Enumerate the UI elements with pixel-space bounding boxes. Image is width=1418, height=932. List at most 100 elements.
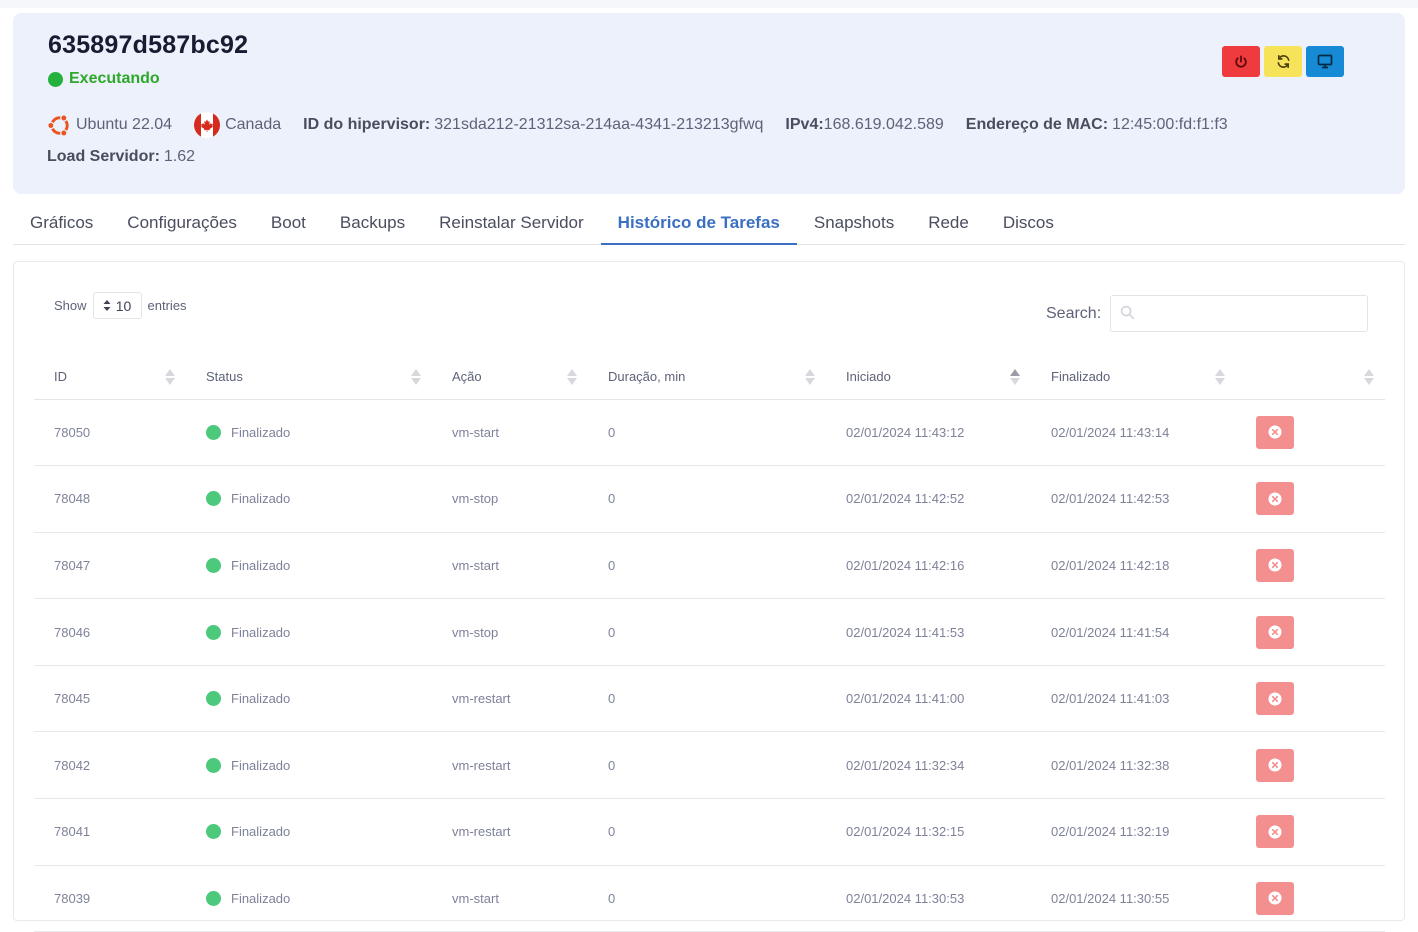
- task-duration: 0: [588, 532, 826, 600]
- tab-boot[interactable]: Boot: [254, 203, 323, 245]
- tab-discos[interactable]: Discos: [986, 203, 1071, 245]
- delete-task-button[interactable]: [1256, 815, 1294, 849]
- tab-configuracoes[interactable]: Configurações: [110, 203, 254, 245]
- task-finished: 02/01/2024 11:42:18: [1031, 532, 1236, 600]
- restart-button[interactable]: [1264, 46, 1302, 77]
- canada-flag-icon: [194, 112, 221, 138]
- task-status: Finalizado: [186, 598, 432, 666]
- table-row: 78050 Finalizado vm-start 0 02/01/2024 1…: [34, 399, 1385, 467]
- task-duration: 0: [588, 598, 826, 666]
- task-status: Finalizado: [186, 399, 432, 467]
- search-input[interactable]: [1111, 296, 1368, 331]
- ipv4-info: IPv4: 168.619.042.589: [785, 116, 943, 134]
- status-dot-icon: [48, 71, 63, 87]
- search-label: Search:: [1046, 304, 1102, 322]
- hypervisor-id: 321sda212-21312sa-214aa-4341-213213gfwq: [434, 116, 764, 133]
- task-status: Finalizado: [186, 865, 432, 932]
- tab-graficos[interactable]: Gráficos: [13, 203, 110, 245]
- entries-value: 10: [115, 297, 132, 314]
- task-action: vm-start: [432, 865, 588, 932]
- task-finished: 02/01/2024 11:32:19: [1031, 798, 1236, 866]
- ipv4-label: IPv4:: [785, 116, 824, 133]
- tab-reinstalar-servidor[interactable]: Reinstalar Servidor: [422, 203, 601, 245]
- refresh-icon: [1277, 55, 1289, 68]
- tab-rede[interactable]: Rede: [911, 203, 986, 245]
- close-circle-icon: [1268, 692, 1282, 706]
- sort-icon: [805, 369, 815, 385]
- task-started: 02/01/2024 11:42:52: [826, 465, 1031, 533]
- status-dot-icon: [206, 624, 221, 640]
- location-label: Canada: [225, 116, 282, 133]
- task-duration: 0: [588, 465, 826, 533]
- task-finished: 02/01/2024 11:43:14: [1031, 399, 1236, 467]
- close-circle-icon: [1268, 558, 1282, 572]
- task-status: Finalizado: [186, 465, 432, 533]
- close-circle-icon: [1268, 425, 1282, 439]
- hypervisor-info: ID do hipervisor: 321sda212-21312sa-214a…: [303, 116, 763, 134]
- load-value: 1.62: [163, 148, 196, 165]
- tab-backups[interactable]: Backups: [323, 203, 422, 245]
- search-field: [1110, 295, 1369, 332]
- server-status: Executando: [48, 70, 160, 88]
- tab-historico-de-tarefas[interactable]: Histórico de Tarefas: [600, 203, 797, 245]
- column-header-id[interactable]: ID: [34, 354, 186, 400]
- power-icon: [1235, 54, 1247, 67]
- task-id: 78046: [34, 598, 186, 666]
- task-actions: [1236, 798, 1385, 866]
- task-action: vm-start: [432, 399, 588, 467]
- status-dot-icon: [206, 757, 221, 773]
- console-button[interactable]: [1306, 46, 1344, 77]
- task-action: vm-stop: [432, 465, 588, 533]
- os-info: Ubuntu 22.04: [47, 113, 172, 138]
- column-header-duracao[interactable]: Duração, min: [588, 354, 826, 400]
- delete-task-button[interactable]: [1256, 881, 1294, 915]
- task-started: 02/01/2024 11:41:53: [826, 598, 1031, 666]
- delete-task-button[interactable]: [1256, 615, 1294, 649]
- delete-task-button[interactable]: [1256, 548, 1294, 582]
- task-started: 02/01/2024 11:32:15: [826, 798, 1031, 866]
- task-actions: [1236, 665, 1385, 733]
- task-id: 78050: [34, 399, 186, 467]
- column-header-iniciado[interactable]: Iniciado: [826, 354, 1031, 400]
- task-id: 78045: [34, 665, 186, 733]
- task-duration: 0: [588, 731, 826, 800]
- monitor-icon: [1317, 54, 1333, 69]
- delete-task-button[interactable]: [1256, 682, 1294, 716]
- task-started: 02/01/2024 11:43:12: [826, 399, 1031, 467]
- task-id: 78041: [34, 798, 186, 866]
- sort-icon: [411, 369, 421, 385]
- mac-label: Endereço de MAC:: [965, 116, 1109, 133]
- ipv4-value: 168.619.042.589: [823, 116, 944, 133]
- page-length-control: Show 10 entries: [54, 292, 187, 319]
- delete-task-button[interactable]: [1256, 748, 1294, 782]
- task-actions: [1236, 731, 1385, 800]
- column-header-status[interactable]: Status: [186, 354, 432, 400]
- table-row: 78042 Finalizado vm-restart 0 02/01/2024…: [34, 731, 1385, 800]
- sort-icon: [567, 369, 577, 385]
- table-row: 78047 Finalizado vm-start 0 02/01/2024 1…: [34, 532, 1385, 600]
- task-started: 02/01/2024 11:42:16: [826, 532, 1031, 600]
- delete-task-button[interactable]: [1256, 482, 1294, 516]
- power-button[interactable]: [1222, 46, 1260, 77]
- task-status: Finalizado: [186, 798, 432, 866]
- column-header-finalizado[interactable]: Finalizado: [1031, 354, 1236, 400]
- mac-info: Endereço de MAC: 12:45:00:fd:f1:f3: [966, 116, 1228, 134]
- table-row: 78041 Finalizado vm-restart 0 02/01/2024…: [34, 798, 1385, 866]
- tab-snapshots[interactable]: Snapshots: [797, 203, 911, 245]
- close-circle-icon: [1268, 625, 1282, 639]
- server-meta: Ubuntu 22.04 Canada ID do hipervisor: 32…: [47, 112, 1250, 138]
- task-started: 02/01/2024 11:41:00: [826, 665, 1031, 733]
- task-duration: 0: [588, 798, 826, 866]
- task-status: Finalizado: [186, 731, 432, 800]
- show-label: Show: [54, 298, 87, 313]
- column-header-actions[interactable]: [1236, 354, 1385, 400]
- sort-asc-icon: [1010, 369, 1020, 385]
- os-label: Ubuntu 22.04: [76, 116, 173, 133]
- column-header-acao[interactable]: Ação: [432, 354, 588, 400]
- entries-select[interactable]: 10: [92, 292, 142, 319]
- delete-task-button[interactable]: [1256, 415, 1294, 449]
- sort-icon: [1364, 369, 1374, 385]
- task-id: 78039: [34, 865, 186, 932]
- task-duration: 0: [588, 865, 826, 932]
- table-row: 78048 Finalizado vm-stop 0 02/01/2024 11…: [34, 465, 1385, 533]
